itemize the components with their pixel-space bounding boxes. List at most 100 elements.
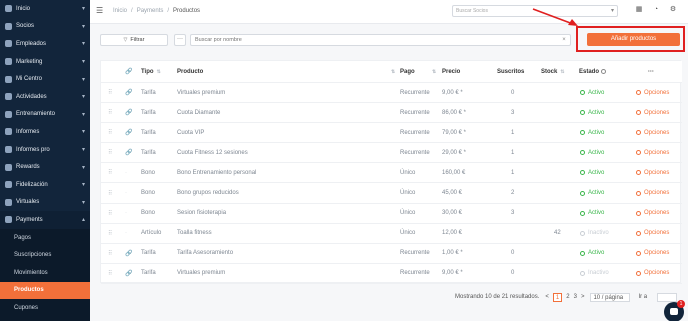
options-button[interactable]: Opciones <box>636 143 669 162</box>
global-search-input[interactable]: Buscar Socios ▾ <box>452 5 618 17</box>
drag-handle-icon[interactable]: ⠿ <box>108 103 112 122</box>
cell-tipo: Artículo <box>141 230 162 237</box>
table-row[interactable]: ⠿ 🔗 Tarifa Virtuales premium Recurrente 9,00 … <box>101 264 682 284</box>
sidebar-item-marketing[interactable]: Marketing ▾ <box>0 53 90 71</box>
chevron-down-icon: ▾ <box>81 94 85 101</box>
calendar-icon[interactable]: ▦ <box>634 5 644 15</box>
table-row[interactable]: ⠿ · Artículo Toalla fitness Único 12,00 € 42 In… <box>101 224 682 244</box>
chevron-down-icon: ▾ <box>81 41 85 48</box>
table-row[interactable]: ⠿ 🔗 Tarifa Tarifa Asesoramiento Recurrente 1,… <box>101 244 682 264</box>
filter-button[interactable]: ▽ Filtrar <box>100 34 168 46</box>
page-size-select[interactable]: 10 / página <box>590 292 631 302</box>
drag-handle-icon[interactable]: ⠿ <box>108 224 112 243</box>
drag-handle-icon[interactable]: ⠿ <box>108 204 112 223</box>
status-badge[interactable]: Activo <box>580 143 604 162</box>
hamburger-menu-icon[interactable]: ☰ <box>96 7 104 15</box>
bell-icon[interactable]: ◔ <box>651 5 661 15</box>
sort-icon[interactable]: ⇅ <box>388 61 395 82</box>
options-button[interactable]: Opciones <box>636 83 669 102</box>
sidebar-item-rewards[interactable]: Rewards ▾ <box>0 158 90 176</box>
sidebar-item-payments[interactable]: Payments ▴ <box>0 211 90 229</box>
status-icon <box>580 270 585 276</box>
table-header: 🔗 Tipo ⇅ Producto ⇅ Pago ⇅ Precio Suscrit… <box>101 61 682 83</box>
clear-search-icon[interactable]: × <box>560 36 568 44</box>
status-badge[interactable]: Activo <box>580 123 604 142</box>
status-badge[interactable]: Activo <box>580 184 604 203</box>
heart-icon <box>5 181 12 189</box>
sidebar-subitem-movimientos[interactable]: Movimientos <box>0 264 90 282</box>
status-badge[interactable]: Activo <box>580 83 604 102</box>
options-button[interactable]: Opciones <box>636 103 669 122</box>
cell-producto: Cuota Diamante <box>177 109 221 116</box>
table-row[interactable]: ⠿ · Bono Sesion fisioterapia Único 30,00 € 3 Ac… <box>101 204 682 224</box>
sidebar-item-entrenamiento[interactable]: Entrenamiento ▾ <box>0 106 90 124</box>
drag-handle-icon[interactable]: ⠿ <box>108 83 112 102</box>
col-estado[interactable]: Estado <box>579 61 607 82</box>
sidebar-item-actividades[interactable]: Actividades ▾ <box>0 88 90 106</box>
col-pago[interactable]: Pago <box>400 61 415 82</box>
options-button[interactable]: Opciones <box>636 163 669 182</box>
sidebar-subitem-configuracion[interactable]: Configuración <box>0 317 90 321</box>
sidebar-item-empleados[interactable]: Empleados ▾ <box>0 35 90 53</box>
drag-handle-icon[interactable]: ⠿ <box>108 244 112 263</box>
page-3-button[interactable]: 3 <box>574 294 577 300</box>
sidebar-subitem-cupones[interactable]: Cupones <box>0 299 90 317</box>
page-1-button[interactable]: 1 <box>552 292 563 302</box>
chevron-up-icon: ▴ <box>81 217 85 224</box>
sidebar-item-fidelización[interactable]: Fidelización ▾ <box>0 176 90 194</box>
drag-handle-icon[interactable]: ⠿ <box>108 264 112 283</box>
sidebar-item-informes[interactable]: Informes ▾ <box>0 123 90 141</box>
sidebar-subitem-suscripciones[interactable]: Suscripciones <box>0 246 90 264</box>
table-row[interactable]: ⠿ 🔗 Tarifa Cuota Diamante Recurrente 86,00 € … <box>101 103 682 124</box>
drag-handle-icon[interactable]: ⠿ <box>108 184 112 203</box>
col-producto[interactable]: Producto <box>177 61 203 82</box>
table-row[interactable]: ⠿ · Bono Bono grupos reducidos Único 45,00 € 2… <box>101 184 682 204</box>
drag-handle-icon[interactable]: ⠿ <box>108 143 112 162</box>
cell-suscritos: 3 <box>511 210 515 217</box>
col-stock[interactable]: Stock ⇅ <box>541 61 565 82</box>
cell-tipo: Tarifa <box>141 270 156 277</box>
prev-page-button[interactable]: < <box>545 294 549 300</box>
more-options-button[interactable]: ··· <box>174 34 186 46</box>
sidebar-subitem-pagos[interactable]: Pagos <box>0 229 90 247</box>
col-precio[interactable]: Precio <box>442 61 460 82</box>
breadcrumb-payments[interactable]: Payments <box>137 8 164 14</box>
goto-page-input[interactable] <box>657 292 678 302</box>
options-button[interactable]: Opciones <box>636 184 669 203</box>
options-button[interactable]: Opciones <box>636 264 669 283</box>
breadcrumb-home[interactable]: Inicio <box>113 8 127 14</box>
sidebar-item-virtuales[interactable]: Virtuales ▾ <box>0 194 90 212</box>
page-2-button[interactable]: 2 <box>566 294 569 300</box>
options-button[interactable]: Opciones <box>636 244 669 263</box>
drag-handle-icon[interactable]: ⠿ <box>108 163 112 182</box>
next-page-button[interactable]: > <box>581 294 585 300</box>
chat-launcher-button[interactable]: 1 <box>664 300 685 321</box>
status-badge[interactable]: Activo <box>580 163 604 182</box>
sidebar-item-socios[interactable]: Socios ▾ <box>0 18 90 36</box>
sidebar-subitem-productos[interactable]: Productos <box>0 281 90 300</box>
col-menu[interactable]: ··· <box>648 61 654 82</box>
status-badge[interactable]: Activo <box>580 244 604 263</box>
options-button[interactable]: Opciones <box>636 224 669 243</box>
col-suscritos[interactable]: Suscritos <box>497 61 524 82</box>
chart-pro-icon <box>5 146 12 154</box>
status-badge[interactable]: Activo <box>580 204 604 223</box>
status-badge[interactable]: Inactivo <box>580 264 609 283</box>
sidebar-item-informes-pro[interactable]: Informes pro ▾ <box>0 141 90 159</box>
settings-icon[interactable]: ⚙ <box>668 5 678 15</box>
options-button[interactable]: Opciones <box>636 204 669 223</box>
sidebar-item-mi-centro[interactable]: Mi Centro ▾ <box>0 70 90 88</box>
options-button[interactable]: Opciones <box>636 123 669 142</box>
table-row[interactable]: ⠿ 🔗 Tarifa Cuota Fitness 12 sesiones Recurre… <box>101 143 682 164</box>
table-row[interactable]: ⠿ 🔗 Tarifa Cuota VIP Recurrente 79,00 € * 1 Act… <box>101 123 682 144</box>
drag-handle-icon[interactable]: ⠿ <box>108 123 112 142</box>
sidebar-item-inicio[interactable]: Inicio ▾ <box>0 0 90 18</box>
status-badge[interactable]: Inactivo <box>580 224 609 243</box>
cell-producto: Sesion fisioterapia <box>177 210 227 217</box>
product-search-input[interactable] <box>190 34 571 46</box>
status-badge[interactable]: Activo <box>580 103 604 122</box>
table-row[interactable]: ⠿ 🔗 Tarifa Virtuales premium Recurrente 9,00 … <box>101 83 682 104</box>
col-tipo[interactable]: Tipo ⇅ <box>141 61 161 82</box>
table-row[interactable]: ⠿ · Bono Bono Entrenamiento personal Único 16… <box>101 163 682 184</box>
sort-icon[interactable]: ⇅ <box>429 61 436 82</box>
